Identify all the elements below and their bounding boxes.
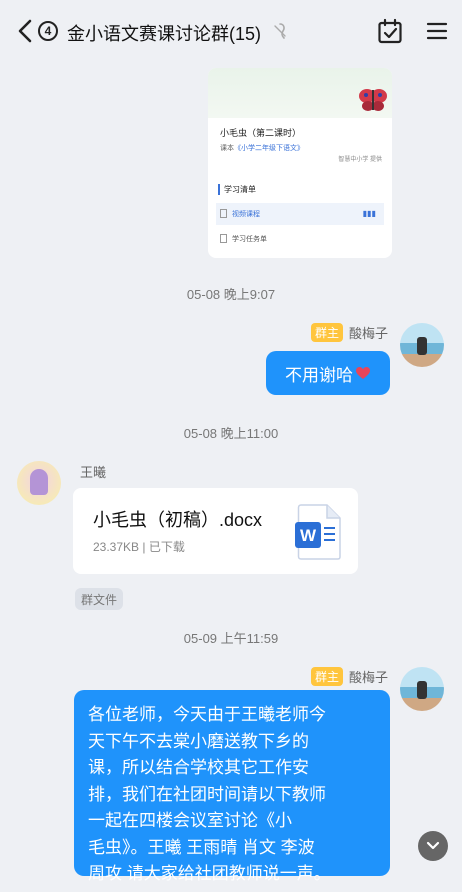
owner-badge: 群主 (310, 667, 343, 686)
card-lesson-title: 小毛虫（第二课时） (220, 128, 302, 138)
sender-name: 酸梅子 (348, 326, 388, 341)
file-name: 小毛虫（初稿）.docx (93, 510, 263, 530)
card-textbook-name: 《小学二年级下语文》 (234, 145, 304, 152)
file-meta: 23.37KB | 已下载 (93, 540, 185, 554)
message-bubble[interactable]: 不用谢哈 (266, 351, 390, 395)
silent-icon (274, 23, 286, 39)
message-bubble[interactable]: 各位老师，今天由于王曦老师今 天下午不去棠小磨送教下乡的 课，所以结合学校其它工… (74, 690, 390, 883)
chat-title: 金小语文赛课讨论群(15) (67, 24, 262, 44)
top-bar: 4 金小语文赛课讨论群(15) (0, 0, 462, 62)
back-icon[interactable] (14, 18, 38, 44)
timestamp: 05-08 晚上11:00 (183, 426, 279, 441)
card-source-tag: 智慧中小学 提供 (338, 157, 382, 163)
calendar-check-icon[interactable] (377, 18, 403, 44)
chevron-down-icon (426, 841, 440, 850)
sender-line: 群主 酸梅子 (310, 323, 388, 342)
card-row-video[interactable]: 视频课程 ▮▮▮ (216, 203, 384, 225)
card-row-task[interactable]: 学习任务单 (216, 228, 384, 250)
svg-text:W: W (300, 526, 317, 545)
shared-lesson-card[interactable]: 小毛虫（第二课时） 课本《小学二年级下语文》 智慧中小学 提供 学习清单 视频课… (208, 68, 392, 258)
message-line: 各位老师，今天由于王曦老师今 (88, 705, 326, 724)
card-row-label: 视频课程 (232, 211, 260, 218)
word-file-icon: W (295, 504, 341, 560)
timestamp: 05-08 晚上9:07 (186, 287, 276, 302)
card-list-title: 学习清单 (218, 184, 256, 195)
file-card[interactable]: 小毛虫（初稿）.docx 23.37KB | 已下载 W (73, 488, 358, 574)
avatar[interactable] (17, 461, 61, 505)
owner-badge: 群主 (310, 323, 343, 342)
message-line: 天下午不去棠小磨送教下乡的 (88, 731, 309, 751)
sender-name: 王曦 (80, 465, 107, 480)
card-row-label: 学习任务单 (232, 236, 267, 243)
scroll-to-bottom-button[interactable] (418, 831, 448, 861)
playing-bars-icon: ▮▮▮ (362, 209, 376, 218)
sender-name: 酸梅子 (348, 670, 388, 685)
card-textbook: 课本《小学二年级下语文》 (220, 143, 304, 153)
butterfly-icon (359, 89, 387, 111)
message-line: 排，我们在社团时间请以下教师 (88, 784, 326, 804)
document-icon (220, 234, 227, 243)
sender-line: 群主 酸梅子 (310, 667, 388, 686)
heart-icon (356, 367, 370, 379)
unread-count-badge[interactable]: 4 (38, 21, 58, 41)
card-header-image (208, 68, 392, 118)
document-icon (220, 209, 227, 218)
avatar[interactable] (400, 667, 444, 711)
message-text: 不用谢哈 (285, 365, 353, 385)
message-line: 毛虫》。王曦 王雨晴 肖文 李波 (88, 837, 315, 857)
message-line: 课，所以结合学校其它工作安 (88, 758, 309, 777)
message-line: 一起在四楼会议室讨论《小 (88, 811, 292, 830)
card-text-prefix: 课本 (220, 145, 234, 152)
group-file-tag[interactable]: 群文件 (75, 588, 124, 610)
timestamp: 05-09 上午11:59 (183, 631, 279, 646)
menu-icon[interactable] (426, 20, 448, 42)
message-line: 周攻 请大家给社团教师说一声。 (88, 864, 331, 883)
avatar[interactable] (400, 323, 444, 367)
